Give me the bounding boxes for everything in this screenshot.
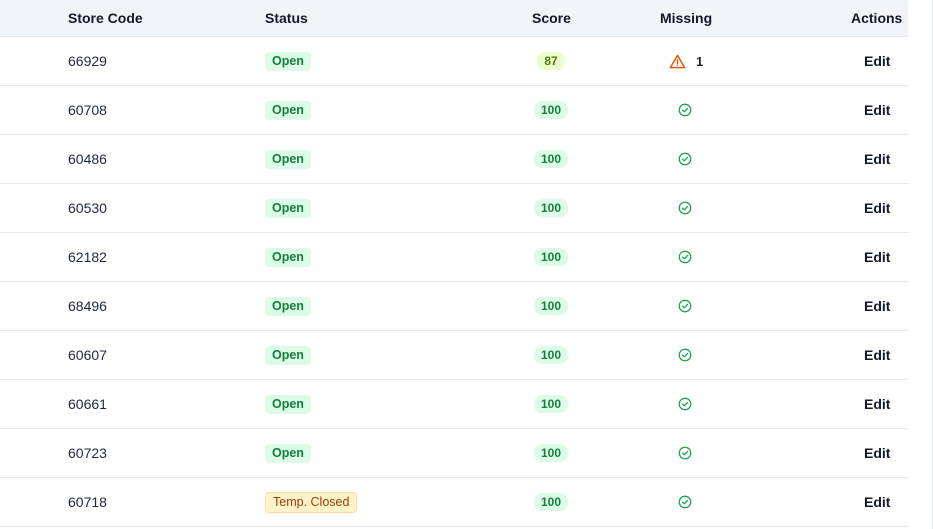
check-circle-icon (678, 397, 692, 411)
score-cell: 100 (532, 282, 570, 330)
missing-cell (664, 429, 706, 477)
missing-cell (664, 86, 706, 134)
store-code-cell: 60723 (68, 445, 107, 461)
table-header: Store Code Status Score Missing Actions (0, 0, 908, 37)
table-row: 60708 Open 100 Edit (0, 86, 908, 135)
status-cell: Open (265, 282, 311, 330)
status-badge: Open (265, 296, 311, 316)
edit-button[interactable]: Edit (864, 380, 890, 428)
missing-cell (664, 135, 706, 183)
score-cell: 100 (532, 478, 570, 526)
missing-cell (664, 233, 706, 281)
status-cell: Open (265, 233, 311, 281)
score-cell: 100 (532, 86, 570, 134)
status-cell: Open (265, 331, 311, 379)
score-badge: 100 (533, 346, 569, 364)
status-cell: Open (265, 86, 311, 134)
score-cell: 100 (532, 184, 570, 232)
score-badge: 100 (533, 444, 569, 462)
score-badge: 100 (533, 150, 569, 168)
table-row: 60661 Open 100 Edit (0, 380, 908, 429)
score-badge: 100 (533, 395, 569, 413)
edit-button[interactable]: Edit (864, 478, 890, 526)
column-header-missing[interactable]: Missing (660, 0, 712, 36)
table-row: 68496 Open 100 Edit (0, 282, 908, 331)
table-row: 60607 Open 100 Edit (0, 331, 908, 380)
score-badge: 87 (537, 52, 565, 70)
missing-cell (664, 478, 706, 526)
stores-table: Store Code Status Score Missing Actions … (0, 0, 908, 529)
check-circle-icon (678, 446, 692, 460)
store-code-cell: 68496 (68, 298, 107, 314)
store-code-cell: 60708 (68, 102, 107, 118)
score-badge: 100 (533, 297, 569, 315)
missing-cell (664, 380, 706, 428)
score-cell: 87 (532, 37, 570, 85)
status-badge: Open (265, 394, 311, 414)
score-badge: 100 (533, 493, 569, 511)
store-code-cell: 60530 (68, 200, 107, 216)
status-cell: Open (265, 380, 311, 428)
table-row: 66929 Open 87 1 Edit (0, 37, 908, 86)
edit-button[interactable]: Edit (864, 282, 890, 330)
warning-icon (669, 54, 686, 69)
status-badge: Open (265, 149, 311, 169)
check-circle-icon (678, 103, 692, 117)
store-code-cell: 60486 (68, 151, 107, 167)
edit-button[interactable]: Edit (864, 184, 890, 232)
check-circle-icon (678, 299, 692, 313)
table-row: 60530 Open 100 Edit (0, 184, 908, 233)
edit-button[interactable]: Edit (864, 429, 890, 477)
check-circle-icon (678, 495, 692, 509)
missing-count: 1 (696, 53, 704, 69)
score-cell: 100 (532, 135, 570, 183)
score-cell: 100 (532, 331, 570, 379)
check-circle-icon (678, 250, 692, 264)
edit-button[interactable]: Edit (864, 233, 890, 281)
status-badge: Open (265, 100, 311, 120)
status-badge: Open (265, 198, 311, 218)
missing-cell: 1 (669, 37, 711, 85)
column-header-score[interactable]: Score (532, 0, 571, 36)
table-row: 62182 Open 100 Edit (0, 233, 908, 282)
missing-cell (664, 282, 706, 330)
status-cell: Open (265, 184, 311, 232)
edit-button[interactable]: Edit (864, 37, 890, 85)
score-cell: 100 (532, 429, 570, 477)
status-badge: Temp. Closed (265, 491, 358, 513)
status-cell: Open (265, 135, 311, 183)
status-badge: Open (265, 247, 311, 267)
edit-button[interactable]: Edit (864, 86, 890, 134)
store-code-cell: 66929 (68, 53, 107, 69)
store-code-cell: 60718 (68, 494, 107, 510)
missing-cell (664, 331, 706, 379)
status-cell: Open (265, 37, 311, 85)
status-cell: Open (265, 429, 311, 477)
missing-cell (664, 184, 706, 232)
column-header-actions: Actions (851, 10, 903, 26)
store-code-cell: 60661 (68, 396, 107, 412)
score-cell: 100 (532, 233, 570, 281)
table-row: 60486 Open 100 Edit (0, 135, 908, 184)
edit-button[interactable]: Edit (864, 135, 890, 183)
missing-indicator: 1 (669, 54, 703, 69)
column-header-store-code[interactable]: Store Code (68, 0, 143, 36)
store-code-cell: 62182 (68, 249, 107, 265)
score-cell: 100 (532, 380, 570, 428)
edit-button[interactable]: Edit (864, 331, 890, 379)
store-code-cell: 60607 (68, 347, 107, 363)
status-cell: Temp. Closed (265, 478, 358, 526)
score-badge: 100 (533, 248, 569, 266)
status-badge: Open (265, 345, 311, 365)
table-row: 60718 Temp. Closed 100 Edit (0, 478, 908, 527)
table-row: 60723 Open 100 Edit (0, 429, 908, 478)
status-badge: Open (265, 51, 311, 71)
check-circle-icon (678, 201, 692, 215)
status-badge: Open (265, 443, 311, 463)
check-circle-icon (678, 152, 692, 166)
check-circle-icon (678, 348, 692, 362)
score-badge: 100 (533, 199, 569, 217)
column-header-status[interactable]: Status (265, 0, 308, 36)
score-badge: 100 (533, 101, 569, 119)
